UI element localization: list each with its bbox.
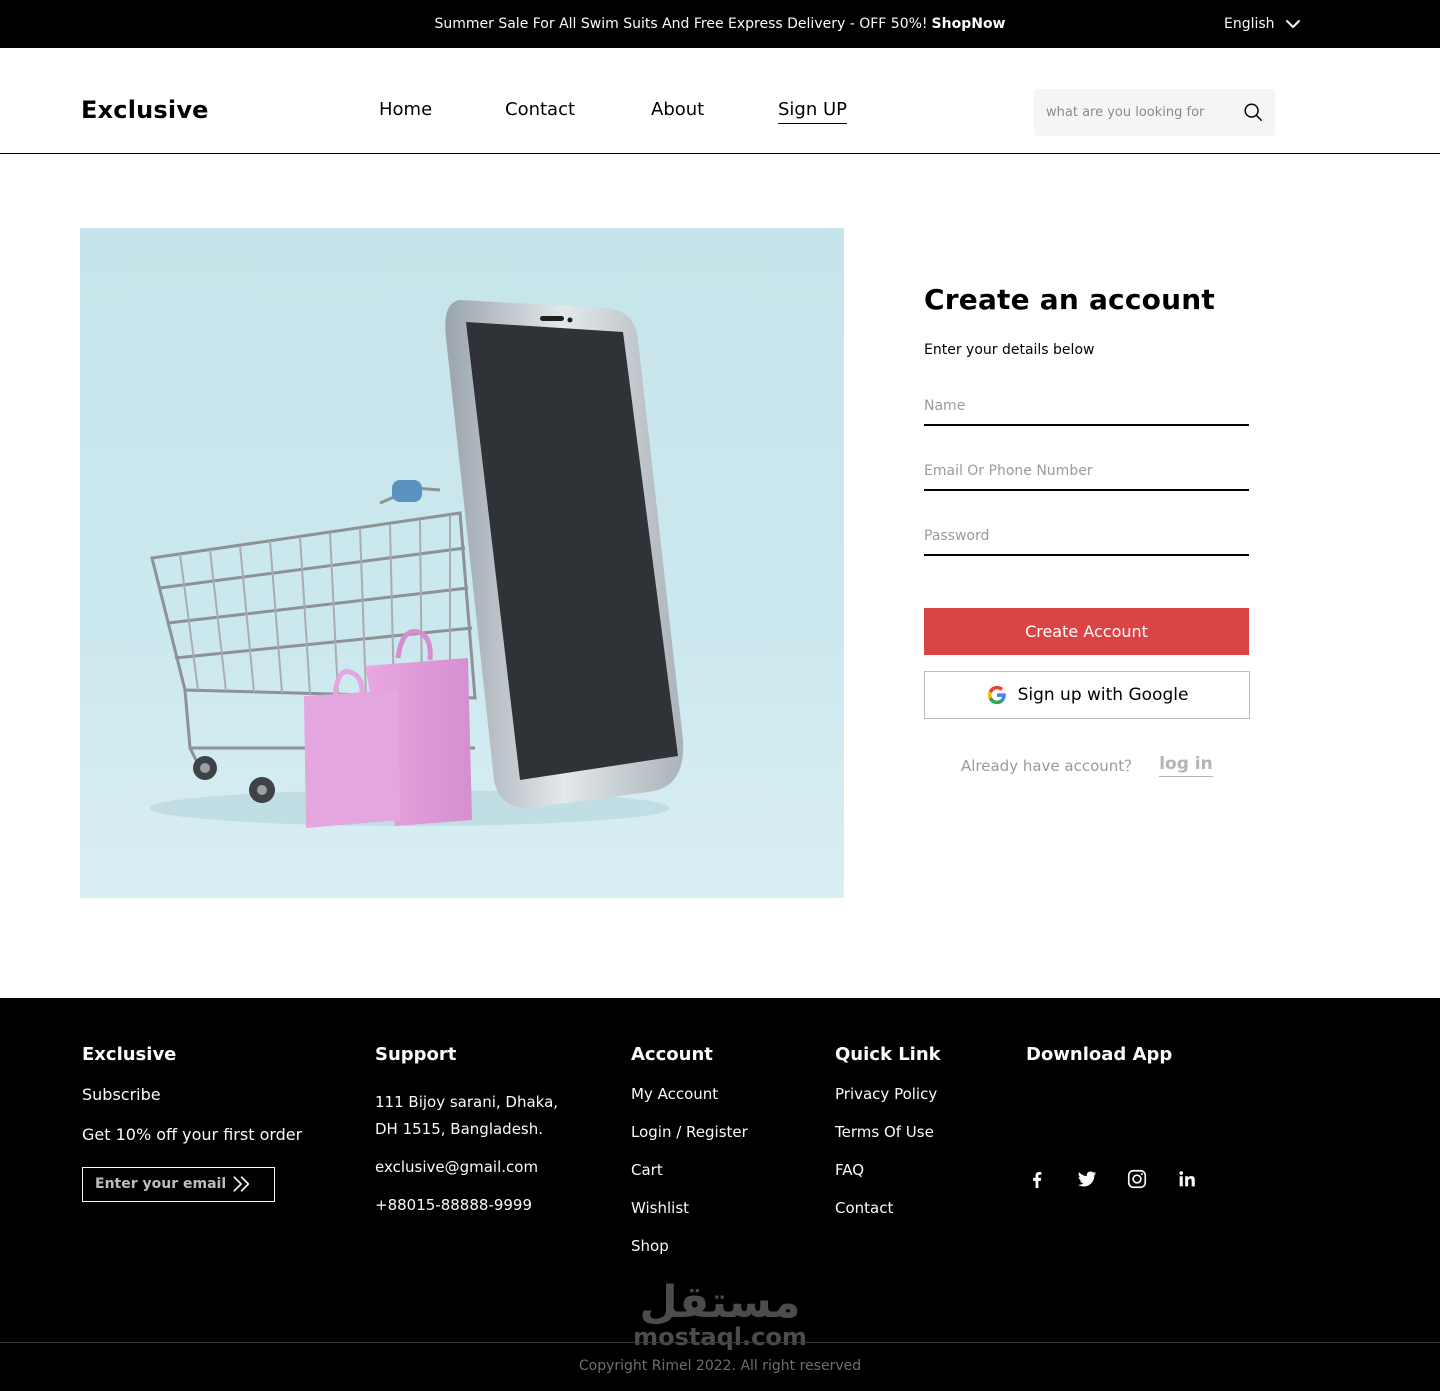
- language-selector[interactable]: English: [1224, 14, 1301, 34]
- create-account-button[interactable]: Create Account: [924, 608, 1249, 655]
- instagram-icon[interactable]: [1126, 1168, 1148, 1190]
- password-field: [924, 522, 1249, 556]
- footer-support-column: Support: [375, 1044, 456, 1066]
- footer-link-contact[interactable]: Contact: [835, 1198, 893, 1218]
- footer-brand-column: Exclusive: [82, 1044, 176, 1066]
- nav-about[interactable]: About: [651, 98, 704, 122]
- language-label: English: [1224, 16, 1275, 32]
- top-banner: Summer Sale For All Swim Suits And Free …: [0, 0, 1440, 48]
- logo[interactable]: Exclusive: [81, 96, 209, 124]
- google-button-label: Sign up with Google: [1017, 685, 1189, 705]
- footer-link-my-account[interactable]: My Account: [631, 1084, 718, 1104]
- footer-account-title: Account: [631, 1044, 713, 1065]
- nav-home[interactable]: Home: [379, 98, 432, 122]
- chevron-down-icon: [1285, 20, 1300, 28]
- support-address-line1: 111 Bijoy sarani, Dhaka,: [375, 1093, 559, 1111]
- subscribe-offer: Get 10% off your first order: [82, 1125, 303, 1144]
- password-input[interactable]: [924, 522, 1249, 550]
- linkedin-icon[interactable]: [1176, 1168, 1198, 1190]
- support-email[interactable]: exclusive@gmail.com: [375, 1157, 538, 1177]
- email-field: [924, 457, 1249, 491]
- form-subtitle: Enter your details below: [924, 342, 1095, 358]
- send-icon[interactable]: [231, 1174, 253, 1194]
- name-field: [924, 392, 1249, 426]
- subscribe-email-input[interactable]: [95, 1174, 225, 1194]
- footer-support-title: Support: [375, 1044, 457, 1065]
- twitter-icon[interactable]: [1076, 1168, 1098, 1190]
- footer-link-wishlist[interactable]: Wishlist: [631, 1198, 689, 1218]
- footer-account-column: Account: [631, 1044, 713, 1066]
- banner-text: Summer Sale For All Swim Suits And Free …: [434, 16, 928, 32]
- copyright-text: Copyright Rimel 2022. All right reserved: [578, 1358, 862, 1374]
- footer-link-privacy[interactable]: Privacy Policy: [835, 1084, 937, 1104]
- site-header: Exclusive Home Contact About Sign UP: [0, 48, 1440, 154]
- login-link[interactable]: log in: [1159, 754, 1213, 777]
- search-input[interactable]: [1046, 101, 1236, 123]
- login-prompt: Already have account？: [961, 757, 1140, 775]
- search-icon[interactable]: [1242, 101, 1264, 123]
- search-bar: [1034, 89, 1275, 136]
- footer-quicklink-column: Quick Link: [835, 1044, 941, 1066]
- phone-cart-illustration: [150, 300, 684, 828]
- footer-quicklink-title: Quick Link: [835, 1044, 941, 1065]
- support-phone[interactable]: +88015-88888-9999: [375, 1195, 532, 1215]
- hero-image: [80, 228, 844, 898]
- footer-link-shop[interactable]: Shop: [631, 1236, 669, 1256]
- social-links: [1026, 1168, 1198, 1190]
- google-icon: [987, 685, 1006, 705]
- watermark-arabic: مستقل: [639, 1277, 801, 1328]
- email-input[interactable]: [924, 457, 1249, 485]
- watermark-latin: mostaql.com: [633, 1323, 807, 1351]
- login-prompt-row: Already have account？ log in: [961, 754, 1213, 777]
- footer-link-faq[interactable]: FAQ: [835, 1160, 864, 1180]
- footer-link-login-register[interactable]: Login / Register: [631, 1122, 748, 1142]
- footer-link-cart[interactable]: Cart: [631, 1160, 663, 1180]
- name-input[interactable]: [924, 392, 1249, 420]
- footer-divider: [0, 1342, 1440, 1343]
- footer-brand-title: Exclusive: [82, 1044, 177, 1065]
- subscribe-heading: Subscribe: [82, 1085, 161, 1104]
- support-address-line2: DH 1515, Bangladesh.: [375, 1120, 544, 1138]
- signup-form: Create an account Enter your details bel…: [924, 283, 1250, 777]
- facebook-icon[interactable]: [1026, 1168, 1048, 1190]
- footer-download-column: Download App: [1026, 1044, 1172, 1066]
- subscribe-form: [82, 1167, 275, 1202]
- nav-contact[interactable]: Contact: [505, 98, 575, 122]
- form-title: Create an account: [924, 283, 1215, 316]
- footer-link-terms[interactable]: Terms Of Use: [835, 1122, 934, 1142]
- shop-now-link[interactable]: ShopNow: [932, 16, 1006, 32]
- nav-sign-up[interactable]: Sign UP: [778, 98, 848, 124]
- site-footer: Exclusive Subscribe Get 10% off your fir…: [0, 998, 1440, 1391]
- google-signup-button[interactable]: Sign up with Google: [924, 671, 1250, 719]
- footer-download-title: Download App: [1026, 1044, 1173, 1065]
